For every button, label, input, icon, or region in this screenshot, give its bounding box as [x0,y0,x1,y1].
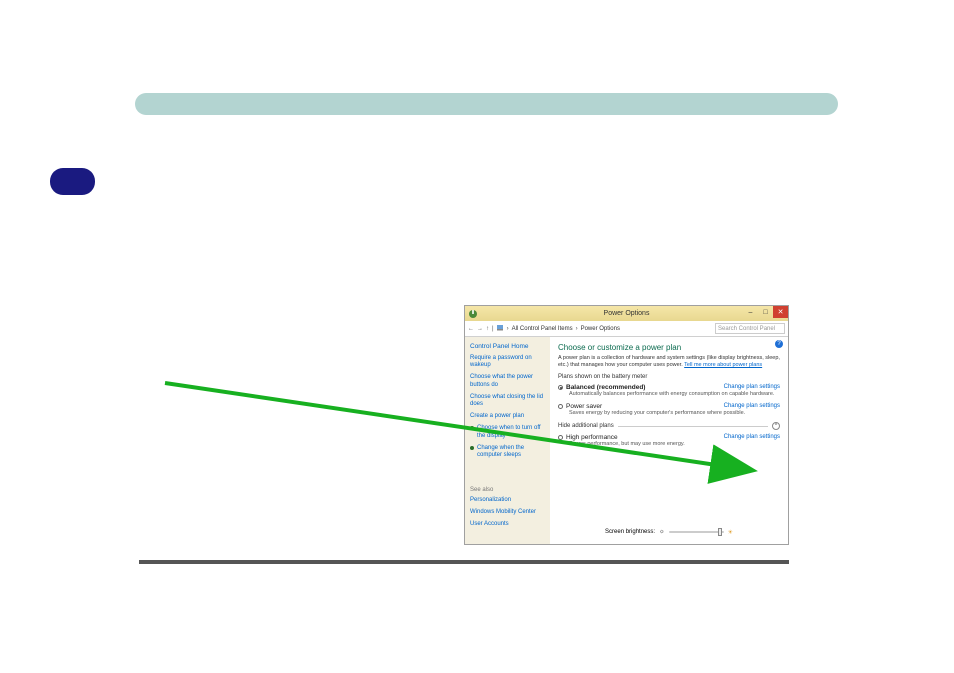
see-also-link[interactable]: User Accounts [470,521,545,528]
power-plan-saver[interactable]: Power saver Saves energy by reducing you… [566,403,780,416]
radio-icon[interactable] [558,404,563,409]
power-plan-high-perf[interactable]: High performance Favors performance, but… [566,434,780,447]
window-title: Power Options [604,310,650,317]
brightness-slider[interactable] [669,529,724,535]
page-description: A power plan is a collection of hardware… [558,355,780,369]
titlebar[interactable]: Power Options – □ ✕ [465,306,788,321]
maximize-button[interactable]: □ [758,306,773,318]
up-button[interactable]: ↑ [486,326,489,332]
search-input[interactable]: Search Control Panel [715,323,785,334]
chevron-up-icon[interactable]: ^ [772,422,780,430]
back-button[interactable]: ← [468,326,474,332]
learn-more-link[interactable]: Tell me more about power plans [684,362,762,368]
sun-bright-icon: ☀ [728,529,733,536]
section-label: Plans shown on the battery meter [558,374,780,380]
sidebar-item[interactable]: Change when the computer sleeps [470,445,545,459]
see-also-label: See also [470,487,545,493]
radio-icon[interactable] [558,385,563,390]
sidebar-item[interactable]: Create a power plan [470,413,545,420]
window-buttons: – □ ✕ [743,306,788,318]
sidebar-item[interactable]: Choose what closing the lid does [470,394,545,408]
change-plan-link[interactable]: Change plan settings [724,434,780,440]
hide-plans-toggle[interactable]: Hide additional plans ^ [558,422,780,430]
header-bar [135,93,838,115]
page-heading: Choose or customize a power plan [558,343,780,352]
power-options-window: Power Options – □ ✕ ← → ↑ | › All Contro… [464,305,789,545]
sidebar-item[interactable]: Choose when to turn off the display [470,425,545,439]
help-icon[interactable]: ? [775,340,783,348]
change-plan-link[interactable]: Change plan settings [724,384,780,390]
footer-divider [139,560,789,564]
pc-icon [497,325,504,332]
power-plan-balanced[interactable]: Balanced (recommended) Automatically bal… [566,384,780,397]
brightness-label: Screen brightness: [605,529,655,535]
breadcrumb-item[interactable]: All Control Panel Items [512,326,573,332]
forward-button[interactable]: → [477,326,483,332]
change-plan-link[interactable]: Change plan settings [724,403,780,409]
power-icon [468,309,478,319]
sidebar: Control Panel Home Require a password on… [465,337,550,544]
see-also-link[interactable]: Personalization [470,497,545,504]
radio-icon[interactable] [558,435,563,440]
see-also-link[interactable]: Windows Mobility Center [470,509,545,516]
minimize-button[interactable]: – [743,306,758,318]
pill-badge [50,168,95,195]
close-button[interactable]: ✕ [773,306,788,318]
sidebar-item[interactable]: Choose what the power buttons do [470,374,545,388]
sidebar-item[interactable]: Require a password on wakeup [470,355,545,369]
sun-dim-icon: ☼ [659,529,665,535]
breadcrumb-item[interactable]: Power Options [581,326,620,332]
main-panel: ? Choose or customize a power plan A pow… [550,337,788,544]
brightness-control: Screen brightness: ☼ ☀ [550,523,788,541]
control-panel-home-link[interactable]: Control Panel Home [470,343,545,350]
navbar: ← → ↑ | › All Control Panel Items › Powe… [465,321,788,337]
